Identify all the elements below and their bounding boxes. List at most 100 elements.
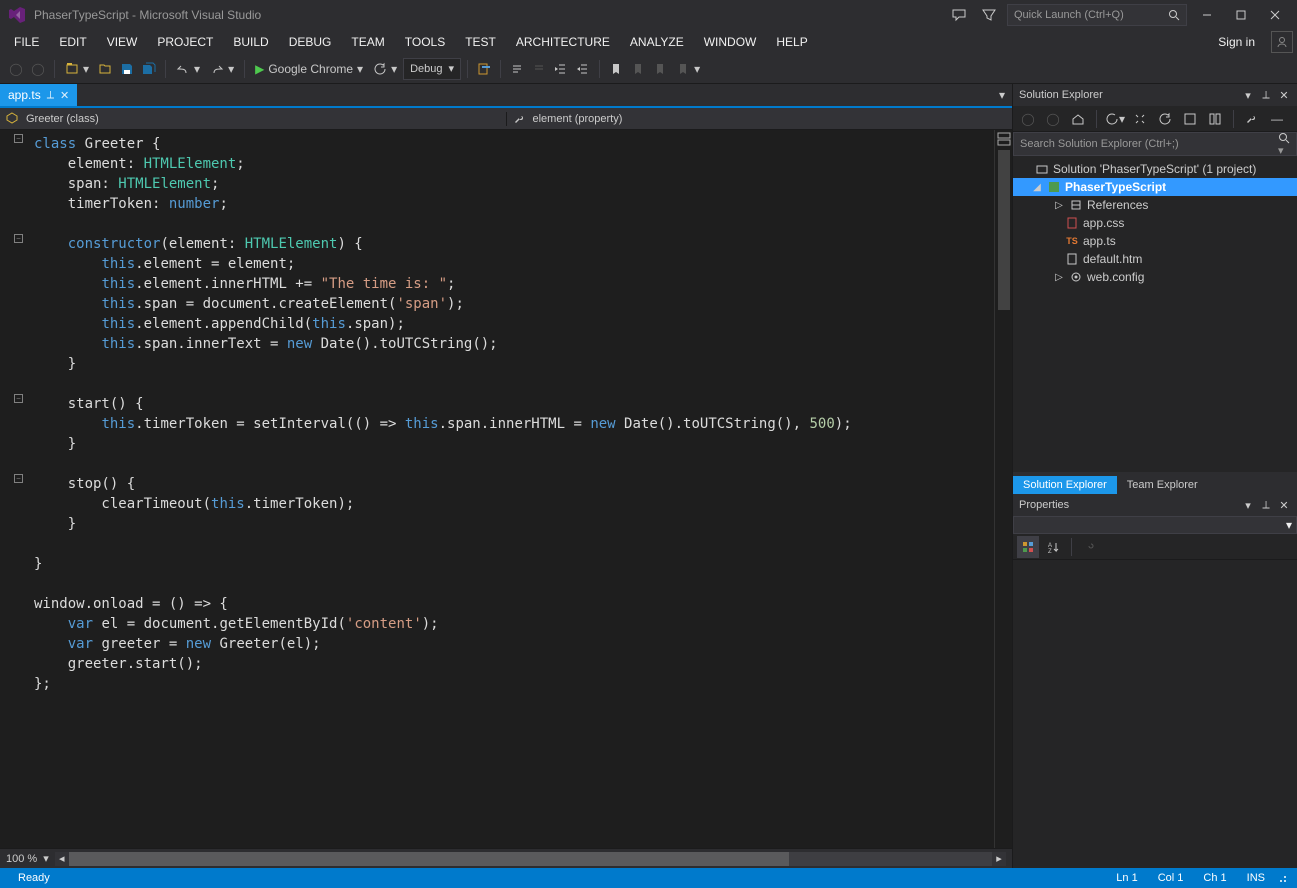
menu-test[interactable]: TEST [455,30,506,54]
tree-references-node[interactable]: ▷ References [1013,196,1297,214]
zoom-dropdown-icon[interactable]: ▾ [43,852,49,865]
se-sync-button[interactable]: ▾ [1104,108,1126,130]
minimize-button[interactable] [1193,4,1221,26]
outdent-button[interactable] [573,58,593,80]
menu-edit[interactable]: EDIT [49,30,96,54]
user-avatar-icon[interactable] [1271,31,1293,53]
solution-tree[interactable]: Solution 'PhaserTypeScript' (1 project) … [1013,156,1297,472]
pin-panel-icon[interactable]: ⟂ [1259,498,1273,512]
start-debug-button[interactable]: ▶Google Chrome ▾ [251,58,367,80]
config-dropdown[interactable]: Debug▾ [403,58,461,80]
sign-in-link[interactable]: Sign in [1208,35,1265,49]
menu-build[interactable]: BUILD [223,30,278,54]
properties-object-dropdown[interactable]: ▾ [1013,516,1297,534]
zoom-level[interactable]: 100 % [6,853,37,865]
tree-file-appcss[interactable]: app.css [1013,214,1297,232]
save-all-button[interactable] [139,58,159,80]
resize-grip-icon[interactable] [1275,871,1289,885]
css-file-icon [1065,216,1079,230]
code-area[interactable]: class Greeter { element: HTMLElement; sp… [28,130,994,848]
undo-button[interactable]: ▾ [172,58,204,80]
pin-icon[interactable]: ⟂ [47,89,54,102]
fold-marker[interactable]: − [14,394,23,403]
menu-help[interactable]: HELP [766,30,817,54]
new-project-button[interactable]: ▾ [61,58,93,80]
pin-panel-icon[interactable]: ⟂ [1259,88,1273,102]
scroll-right-icon[interactable]: ▸ [992,852,1006,866]
save-button[interactable] [117,58,137,80]
close-button[interactable] [1261,4,1289,26]
fold-marker[interactable]: − [14,474,23,483]
menu-file[interactable]: FILE [4,30,49,54]
feedback-icon[interactable] [947,3,971,27]
tree-file-appts[interactable]: TS app.ts [1013,232,1297,250]
hscroll-thumb[interactable] [69,852,789,866]
expand-icon[interactable]: ▷ [1053,200,1065,211]
menu-tools[interactable]: TOOLS [395,30,455,54]
tab-overflow-button[interactable]: ▾ [992,84,1012,106]
menu-debug[interactable]: DEBUG [279,30,342,54]
clear-bookmarks-button[interactable]: ▾ [672,58,704,80]
se-forward-button[interactable]: ◯ [1042,108,1064,130]
property-pages-button[interactable] [1079,536,1101,558]
menu-analyze[interactable]: ANALYZE [620,30,694,54]
vertical-scrollbar[interactable] [998,150,1010,838]
categorized-button[interactable] [1017,536,1039,558]
horizontal-scrollbar[interactable]: ◂ ▸ [55,852,1006,866]
editor-body[interactable]: − − − − class Greeter { element: HTMLEle… [0,130,1012,848]
se-refresh-button[interactable] [1129,108,1151,130]
menu-view[interactable]: VIEW [97,30,148,54]
find-in-files-button[interactable] [474,58,494,80]
tree-file-webconfig[interactable]: ▷ web.config [1013,268,1297,286]
menu-window[interactable]: WINDOW [694,30,767,54]
alphabetical-button[interactable]: AZ [1042,536,1064,558]
se-preview-button[interactable] [1204,108,1226,130]
panel-menu-icon[interactable]: ▾ [1241,88,1255,102]
close-tab-icon[interactable]: ✕ [60,89,69,102]
expand-icon[interactable]: ▷ [1053,272,1065,283]
scroll-left-icon[interactable]: ◂ [55,852,69,866]
nav-scope-dropdown[interactable]: Greeter (class) [0,112,507,126]
se-more-button[interactable]: — [1266,108,1288,130]
panel-menu-icon[interactable]: ▾ [1241,498,1255,512]
fold-marker[interactable]: − [14,134,23,143]
browser-refresh-button[interactable]: ▾ [369,58,401,80]
redo-button[interactable]: ▾ [206,58,238,80]
collapse-icon[interactable]: ◢ [1031,182,1043,193]
menu-architecture[interactable]: ARCHITECTURE [506,30,620,54]
uncomment-button[interactable] [529,58,549,80]
nav-back-button[interactable]: ◯ [6,58,26,80]
prev-bookmark-button[interactable] [628,58,648,80]
solution-search-input[interactable]: Search Solution Explorer (Ctrl+;) ▾ [1013,132,1297,156]
close-panel-icon[interactable]: ✕ [1277,88,1291,102]
bookmark-button[interactable] [606,58,626,80]
open-file-button[interactable] [95,58,115,80]
notifications-filter-icon[interactable] [977,3,1001,27]
menu-project[interactable]: PROJECT [147,30,223,54]
tree-solution-node[interactable]: Solution 'PhaserTypeScript' (1 project) [1013,160,1297,178]
se-collapse-button[interactable] [1154,108,1176,130]
fold-gutter[interactable]: − − − − [0,130,28,848]
next-bookmark-button[interactable] [650,58,670,80]
se-home-button[interactable] [1067,108,1089,130]
nav-forward-button[interactable]: ◯ [28,58,48,80]
tree-file-defaulthtm[interactable]: default.htm [1013,250,1297,268]
comment-button[interactable] [507,58,527,80]
editor-tab-appts[interactable]: app.ts ⟂ ✕ [0,84,77,106]
se-showall-button[interactable] [1179,108,1201,130]
close-panel-icon[interactable]: ✕ [1277,498,1291,512]
maximize-button[interactable] [1227,4,1255,26]
scrollbar-thumb[interactable] [998,150,1010,310]
se-back-button[interactable]: ◯ [1017,108,1039,130]
tab-team-explorer[interactable]: Team Explorer [1117,476,1208,494]
fold-marker[interactable]: − [14,234,23,243]
quick-launch-input[interactable]: Quick Launch (Ctrl+Q) [1007,4,1187,26]
indent-button[interactable] [551,58,571,80]
split-editor-icon[interactable] [997,132,1011,146]
tab-solution-explorer[interactable]: Solution Explorer [1013,476,1117,494]
tree-project-node[interactable]: ◢ PhaserTypeScript [1013,178,1297,196]
tree-item-label: app.css [1083,216,1124,230]
nav-member-dropdown[interactable]: element (property) [507,112,1013,126]
menu-team[interactable]: TEAM [341,30,394,54]
se-properties-button[interactable] [1241,108,1263,130]
